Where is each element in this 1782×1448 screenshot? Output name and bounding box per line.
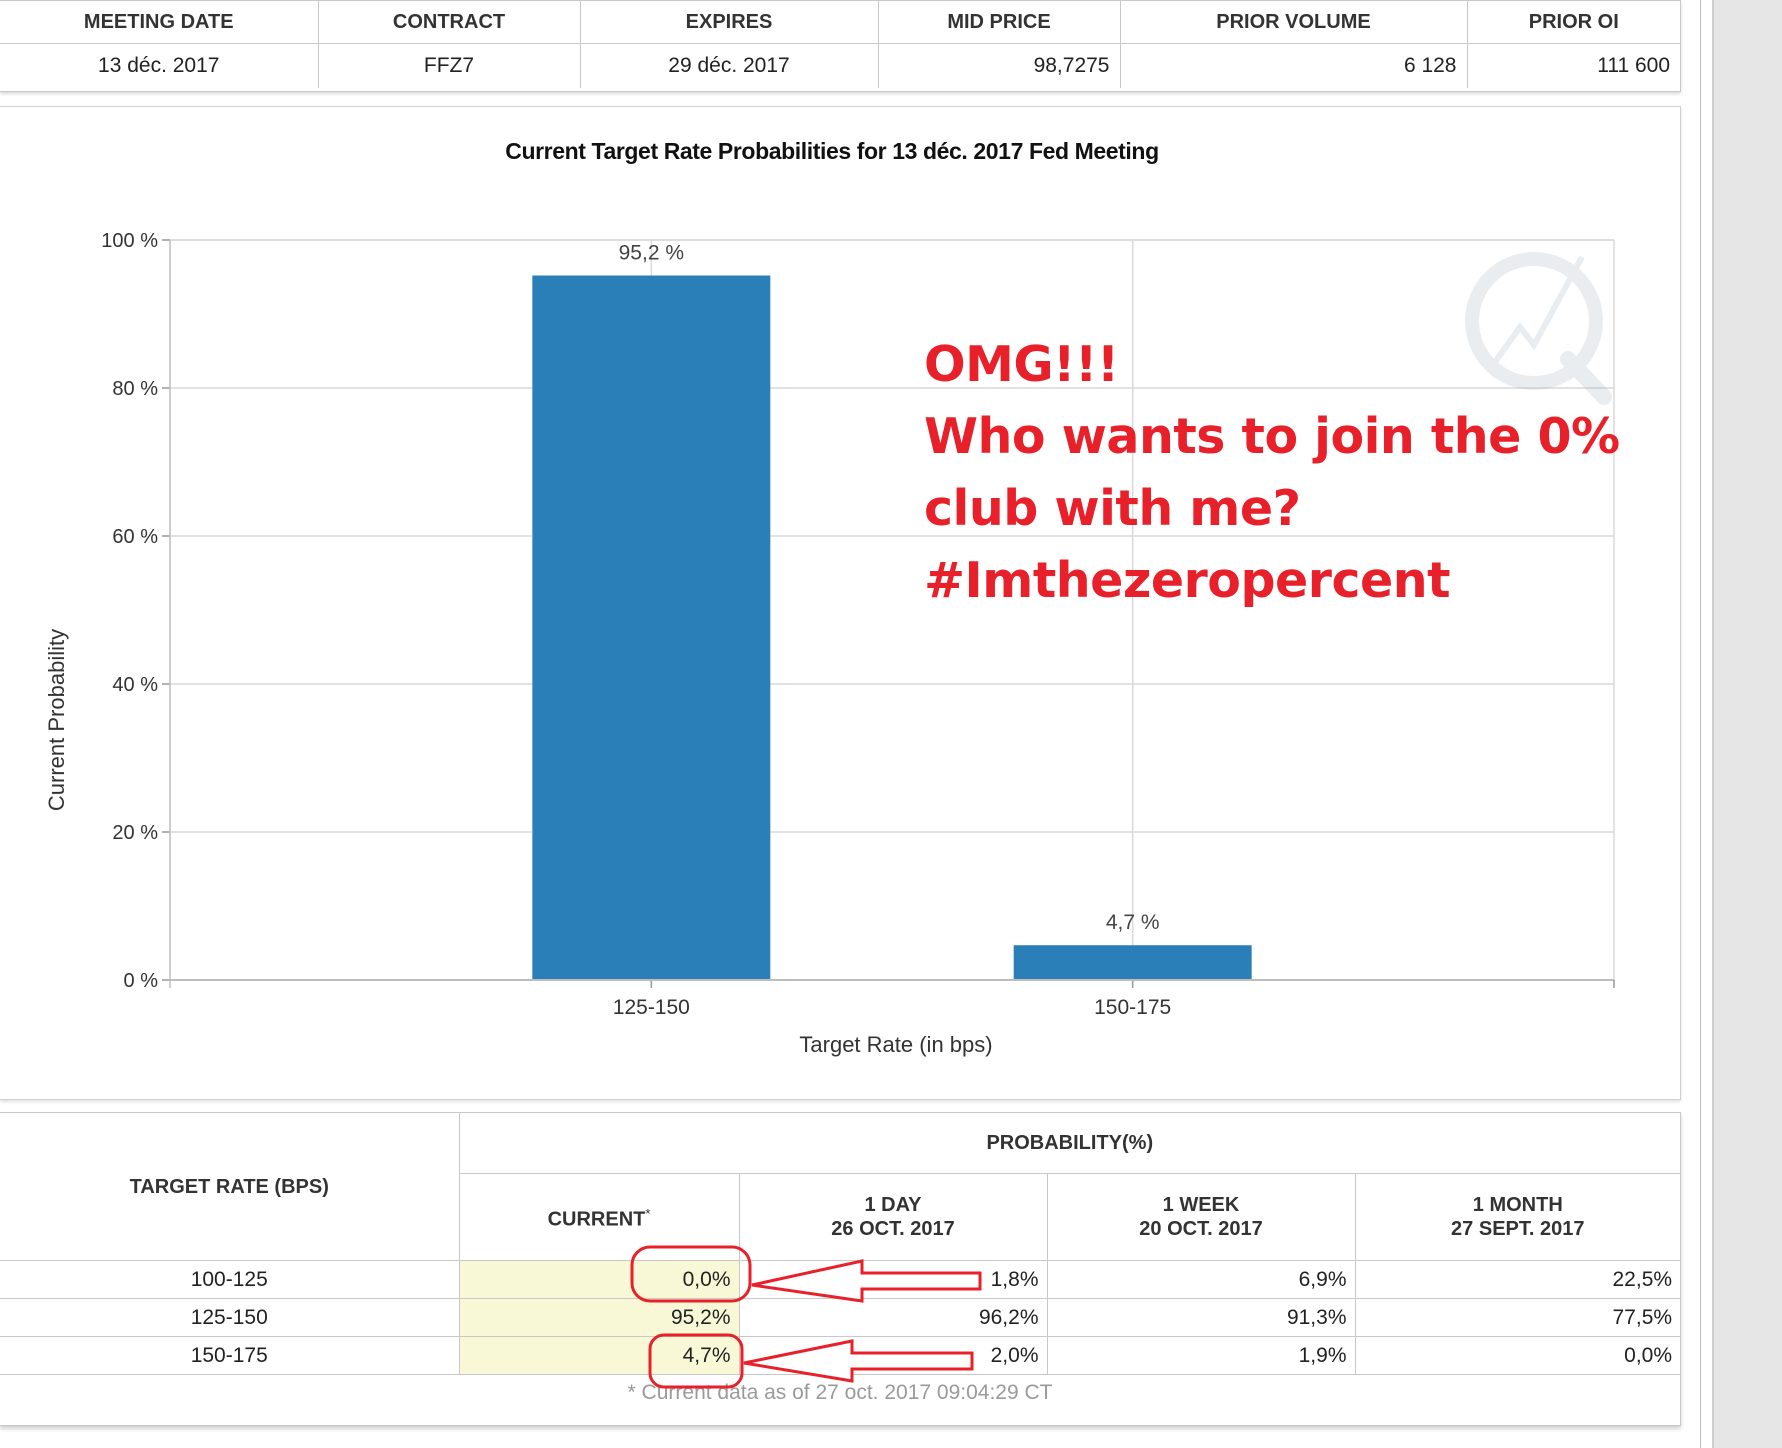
- y-tick-label: 0 %: [124, 970, 159, 992]
- footnote-marker: *: [645, 1206, 651, 1222]
- one-day-date: 26 OCT. 2017: [831, 1218, 955, 1240]
- header-contract: CONTRACT: [318, 1, 581, 44]
- probability-table: TARGET RATE (BPS) PROBABILITY(%) CURRENT…: [0, 1112, 1681, 1426]
- rate-cell: 100-125: [0, 1260, 460, 1299]
- meeting-info-table: MEETING DATE CONTRACT EXPIRES MID PRICE …: [0, 0, 1681, 92]
- current-cell: 95,2%: [459, 1298, 740, 1337]
- header-meeting-date: MEETING DATE: [0, 1, 319, 44]
- table-row: 13 déc. 2017 FFZ7 29 déc. 2017 98,7275 6…: [0, 43, 1680, 88]
- one-month-date: 27 SEPT. 2017: [1451, 1218, 1585, 1240]
- one-week-cell: 1,9%: [1047, 1336, 1356, 1375]
- current-cell: 0,0%: [459, 1260, 740, 1299]
- rate-cell: 150-175: [0, 1336, 460, 1375]
- meme-annotation: OMG!!! Who wants to join the 0% club wit…: [924, 329, 1664, 617]
- data-label: 4,7 %: [1106, 911, 1160, 934]
- annotation-line: #Imthezeropercent: [924, 552, 1451, 609]
- rate-cell: 125-150: [0, 1298, 460, 1337]
- header-expires: EXPIRES: [580, 1, 879, 44]
- contract-cell: FFZ7: [318, 43, 581, 88]
- one-month-label: 1 MONTH: [1472, 1194, 1563, 1216]
- one-month-header: 1 MONTH 27 SEPT. 2017: [1355, 1173, 1681, 1261]
- footnote: * Current data as of 27 oct. 2017 09:04:…: [627, 1381, 1053, 1404]
- y-tick-label: 60 %: [112, 526, 158, 548]
- one-day-cell: 1,8%: [739, 1260, 1048, 1299]
- prior-oi-cell: 111 600: [1597, 54, 1670, 77]
- chart-title: Current Target Rate Probabilities for 13…: [505, 138, 1158, 164]
- chart-panel: Current Target Rate Probabilities for 13…: [0, 106, 1681, 1100]
- one-day-label: 1 DAY: [864, 1194, 922, 1216]
- x-tick-label: 150-175: [1094, 996, 1171, 1019]
- table-row: 125-150 95,2% 96,2% 91,3% 77,5%: [0, 1298, 1681, 1337]
- y-tick-label: 100 %: [101, 230, 158, 252]
- current-header-label: CURRENT: [547, 1208, 646, 1231]
- one-week-header: 1 WEEK 20 OCT. 2017: [1047, 1173, 1356, 1261]
- y-tick-label: 80 %: [112, 378, 158, 400]
- bar: [532, 275, 771, 980]
- one-week-date: 20 OCT. 2017: [1139, 1218, 1263, 1240]
- one-week-label: 1 WEEK: [1162, 1194, 1240, 1216]
- annotation-line: Who wants to join the 0%: [924, 408, 1620, 465]
- data-label: 95,2 %: [619, 242, 684, 265]
- table-row: 150-175 4,7% 2,0% 1,9% 0,0%: [0, 1336, 1681, 1375]
- one-month-cell: 0,0%: [1355, 1336, 1681, 1375]
- target-rate-header: TARGET RATE (BPS): [0, 1113, 460, 1261]
- one-week-cell: 91,3%: [1047, 1298, 1356, 1337]
- prior-volume-cell: 6 128: [1120, 43, 1468, 88]
- annotation-line: club with me?: [924, 480, 1301, 537]
- y-tick-label: 20 %: [112, 822, 158, 844]
- one-day-cell: 2,0%: [739, 1336, 1048, 1375]
- header-prior-oi: PRIOR OI: [1467, 1, 1680, 44]
- x-tick-label: 125-150: [613, 996, 690, 1019]
- current-cell: 4,7%: [459, 1336, 740, 1375]
- one-day-cell: 96,2%: [739, 1298, 1048, 1337]
- vertical-scrollbar[interactable]: [1712, 0, 1782, 1448]
- one-day-header: 1 DAY 26 OCT. 2017: [739, 1173, 1048, 1261]
- annotation-line: OMG!!!: [924, 336, 1119, 393]
- bar: [1013, 945, 1252, 980]
- one-month-cell: 77,5%: [1355, 1298, 1681, 1337]
- mid-price-cell: 98,7275: [878, 43, 1121, 88]
- expires-cell: 29 déc. 2017: [580, 43, 879, 88]
- current-header: CURRENT*: [459, 1173, 740, 1261]
- y-axis-label: Current Probability: [44, 629, 69, 811]
- x-axis-label: Target Rate (in bps): [799, 1032, 992, 1057]
- table-row: 100-125 0,0% 1,8% 6,9% 22,5%: [0, 1260, 1681, 1299]
- y-tick-label: 40 %: [112, 674, 158, 696]
- header-mid-price: MID PRICE: [878, 1, 1121, 44]
- one-week-cell: 6,9%: [1047, 1260, 1356, 1299]
- one-month-cell: 22,5%: [1355, 1260, 1681, 1299]
- header-prior-volume: PRIOR VOLUME: [1120, 1, 1468, 44]
- meeting-date-cell: 13 déc. 2017: [0, 43, 319, 88]
- probability-header: PROBABILITY(%): [459, 1113, 1681, 1174]
